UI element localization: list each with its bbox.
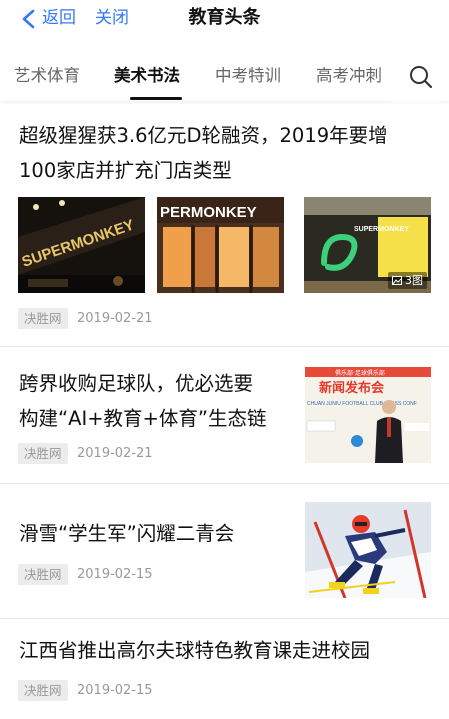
tab-art-sports[interactable]: 艺术体育	[14, 65, 80, 87]
category-tabs: 艺术体育 美术书法 中考特训 高考冲刺	[0, 53, 449, 101]
top-bar: 返回 关闭 教育头条	[0, 0, 449, 42]
news-item[interactable]: 江西省推出高尔夫球特色教育课走进校园 决胜网 2019-02-15	[0, 619, 449, 719]
news-item[interactable]: 超级猩猩获3.6亿元D轮融资，2019年要增 100家店并扩充门店类型 SUPE…	[0, 104, 449, 344]
publish-date: 2019-02-21	[77, 446, 153, 461]
article-title: 跨界收购足球队，优必选要 构建“AI+教育+体育”生态链	[19, 366, 289, 436]
article-thumbnail: 俱乐部·足球俱乐部 新闻发布会 CHUAN JUNIU FOOTBALL CLU…	[305, 367, 431, 463]
banner-sub-text: CHUAN JUNIU FOOTBALL CLUB PRESS CONF	[307, 401, 417, 407]
source-badge: 决胜网	[18, 680, 68, 701]
publish-date: 2019-02-21	[77, 311, 153, 326]
active-tab-indicator	[130, 97, 182, 100]
gallery-icon	[391, 276, 402, 285]
image-count-badge: 3图	[387, 272, 427, 289]
store-sign-text: PERMONKEY	[160, 204, 257, 221]
article-title-line: 超级猩猩获3.6亿元D轮融资，2019年要增	[19, 124, 388, 147]
tab-fine-art-calligraphy[interactable]: 美术书法	[114, 65, 180, 87]
news-item[interactable]: 跨界收购足球队，优必选要 构建“AI+教育+体育”生态链 俱乐部·足球俱乐部 新…	[0, 347, 449, 482]
article-thumbnail: PERMONKEY	[157, 197, 284, 293]
tab-gaokao-sprint[interactable]: 高考冲刺	[316, 65, 382, 87]
banner-text: 新闻发布会	[319, 380, 385, 396]
article-thumbnail: SUPERMONKEY 3图	[304, 197, 431, 293]
tab-zhongkao-training[interactable]: 中考特训	[215, 65, 281, 87]
news-item[interactable]: 滑雪“学生军”闪耀二青会 决胜网 2019-02-15	[0, 484, 449, 618]
article-title-line: 江西省推出高尔夫球特色教育课走进校园	[19, 639, 371, 662]
search-button[interactable]	[395, 53, 449, 101]
article-thumbnail: SUPERMONKEY	[18, 197, 145, 293]
article-title: 超级猩猩获3.6亿元D轮融资，2019年要增 100家店并扩充门店类型	[19, 118, 429, 188]
search-icon	[410, 66, 433, 89]
article-title-line: 100家店并扩充门店类型	[19, 159, 232, 182]
article-title-line: 滑雪“学生军”闪耀二青会	[19, 522, 235, 545]
article-title-line: 跨界收购足球队，优必选要	[19, 372, 254, 395]
publish-date: 2019-02-15	[77, 683, 153, 698]
article-title-line: 构建“AI+教育+体育”生态链	[19, 407, 267, 430]
banner-top-text: 俱乐部·足球俱乐部	[335, 369, 385, 377]
publish-date: 2019-02-15	[77, 567, 153, 582]
source-badge: 决胜网	[18, 308, 68, 329]
page-title: 教育头条	[188, 7, 261, 28]
article-title: 滑雪“学生军”闪耀二青会	[19, 516, 289, 551]
source-badge: 决胜网	[18, 564, 68, 585]
image-count-text: 3图	[405, 274, 423, 287]
source-badge: 决胜网	[18, 443, 68, 464]
article-title: 江西省推出高尔夫球特色教育课走进校园	[19, 633, 439, 668]
article-thumbnail	[305, 502, 431, 598]
store-sign-text: SUPERMONKEY	[354, 226, 409, 233]
